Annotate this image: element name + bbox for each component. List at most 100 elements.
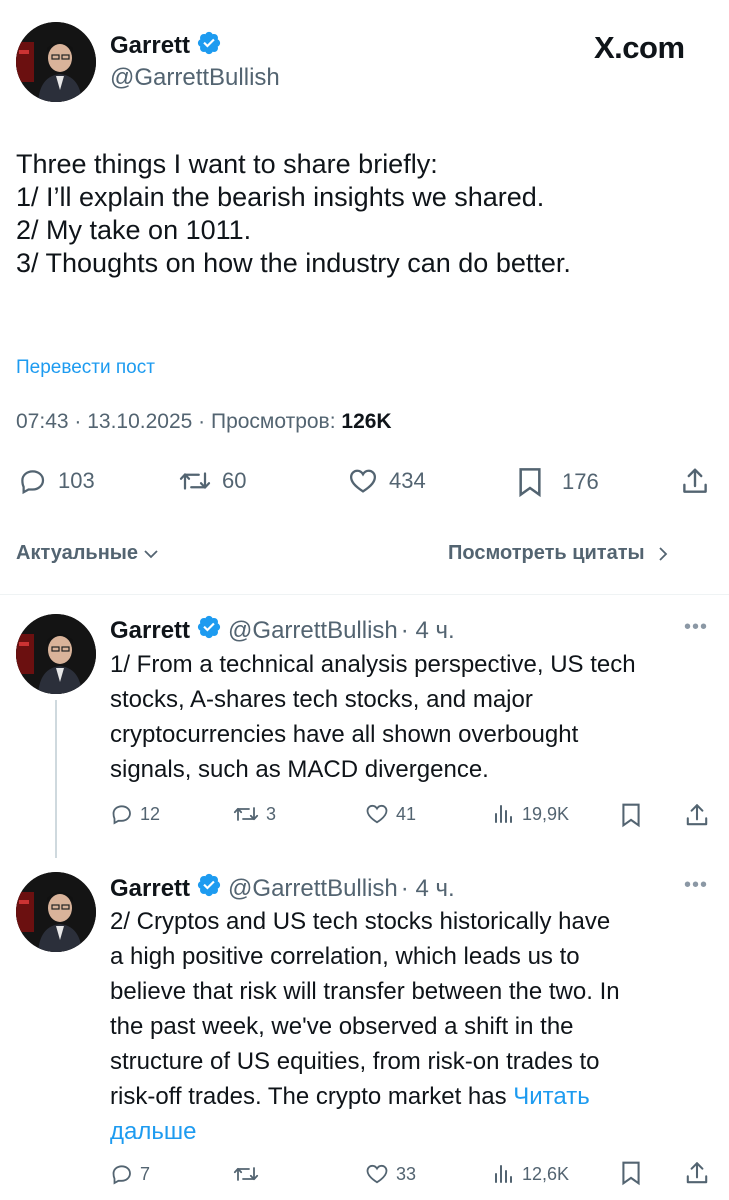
like-button[interactable]: 434 — [347, 466, 426, 496]
repost-icon — [233, 807, 259, 821]
reply-line: signals, such as MACD divergence. — [110, 756, 489, 783]
like-count: 33 — [396, 1163, 417, 1184]
views-chart-icon — [495, 1165, 512, 1183]
reply-line: stocks, A-shares tech stocks, and major — [110, 686, 533, 713]
reply-author-handle[interactable]: @GarrettBullish — [228, 875, 398, 903]
more-options-icon[interactable]: ••• — [684, 874, 708, 897]
main-author-name[interactable]: Garrett — [110, 32, 190, 60]
repost-count: 60 — [222, 468, 247, 493]
like-button[interactable]: 41 — [364, 802, 416, 826]
reply-line: the past week, we've observed a shift in… — [110, 1013, 574, 1040]
views-count: 12,6K — [522, 1163, 570, 1184]
bookmark-button[interactable]: 176 — [516, 466, 599, 498]
reply-line: structure of US equities, from risk-on t… — [110, 1048, 600, 1075]
reply-avatar[interactable] — [16, 614, 96, 694]
verified-badge-icon — [196, 872, 222, 905]
site-logo-text: X.com — [594, 30, 685, 65]
main-avatar[interactable] — [16, 22, 96, 102]
bookmark-icon — [622, 1161, 640, 1186]
sort-dropdown[interactable]: Актуальные — [16, 542, 161, 565]
main-author-handle[interactable]: @GarrettBullish — [110, 64, 280, 92]
reply-button[interactable]: 103 — [18, 466, 95, 496]
main-post-line: Three things I want to share briefly: — [16, 149, 438, 179]
reply-time[interactable]: · 4 ч. — [401, 617, 455, 645]
bookmark-button[interactable] — [620, 1160, 642, 1186]
post-timestamp[interactable]: 07:43 · 13.10.2025 · Просмотров: — [16, 410, 341, 433]
reply-author-handle[interactable]: @GarrettBullish — [228, 617, 398, 645]
share-button[interactable] — [684, 802, 710, 828]
reply-icon — [112, 805, 131, 825]
thread-line — [55, 700, 57, 858]
repost-button[interactable]: 3 — [232, 802, 276, 826]
post-views-count: 126K — [341, 410, 392, 433]
chevron-down-icon — [144, 549, 158, 558]
reply-line: a high positive correlation, which leads… — [110, 943, 580, 970]
heart-icon — [366, 804, 388, 824]
share-icon — [683, 468, 707, 493]
views-count: 19,9K — [522, 803, 570, 824]
reply-last-line: risk-off trades. The crypto market has Ч… — [110, 1079, 725, 1114]
reply-avatar[interactable] — [16, 872, 96, 952]
bookmark-icon — [519, 468, 541, 498]
view-quotes-link[interactable]: Посмотреть цитаты — [448, 542, 673, 565]
views-button[interactable]: 12,6K — [492, 1162, 569, 1186]
reply-count: 103 — [58, 468, 95, 493]
repost-button[interactable]: 60 — [178, 466, 246, 496]
more-options-icon[interactable]: ••• — [684, 616, 708, 639]
divider — [0, 594, 729, 595]
reply-line: risk-off trades. The crypto market has — [110, 1083, 514, 1110]
views-chart-icon — [495, 805, 512, 823]
repost-icon — [233, 1167, 259, 1181]
main-post-text: Three things I want to share briefly: 1/… — [16, 148, 716, 280]
verified-badge-icon — [196, 30, 222, 61]
reply-icon — [112, 1165, 131, 1185]
avatar-photo — [16, 614, 96, 694]
reply-time[interactable]: · 4 ч. — [401, 875, 455, 903]
reply-icon — [21, 470, 45, 495]
read-more-link[interactable]: Читать — [513, 1083, 589, 1110]
reply-button[interactable]: 7 — [110, 1162, 150, 1186]
reply-header: Garrett @GarrettBullish · 4 ч. — [110, 872, 455, 905]
heart-icon — [349, 469, 377, 493]
main-post-line: 2/ My take on 1011. — [16, 215, 252, 245]
reply-line: 2/ Cryptos and US tech stocks historical… — [110, 908, 611, 935]
chevron-right-icon — [658, 546, 667, 561]
main-post-line: 1/ I’ll explain the bearish insights we … — [16, 182, 545, 212]
bookmark-count: 176 — [562, 469, 599, 494]
reply-author-name[interactable]: Garrett — [110, 617, 190, 645]
repost-button[interactable] — [232, 1162, 266, 1186]
like-count: 434 — [389, 468, 426, 493]
avatar-photo — [16, 22, 96, 102]
reply-line: cryptocurrencies have all shown overboug… — [110, 721, 579, 748]
reply-line: believe that risk will transfer between … — [110, 978, 620, 1005]
bookmark-icon — [622, 803, 640, 828]
main-post-line: 3/ Thoughts on how the industry can do b… — [16, 248, 571, 278]
repost-icon — [179, 472, 211, 490]
read-more-link-continued[interactable]: дальше — [110, 1114, 725, 1149]
share-icon — [686, 1162, 708, 1184]
bookmark-button[interactable] — [620, 802, 642, 828]
share-button[interactable] — [680, 466, 710, 496]
repost-count: 3 — [266, 803, 277, 824]
reply-button[interactable]: 12 — [110, 802, 160, 826]
heart-icon — [366, 1164, 388, 1184]
share-button[interactable] — [684, 1160, 710, 1186]
post-metadata: 07:43 · 13.10.2025 · Просмотров: 126K — [16, 410, 392, 434]
sort-label: Актуальные — [16, 542, 139, 564]
views-button[interactable]: 19,9K — [492, 802, 569, 826]
verified-badge-icon — [196, 614, 222, 647]
reply-text: 1/ From a technical analysis perspective… — [110, 647, 720, 787]
like-count: 41 — [396, 803, 417, 824]
reply-count: 12 — [140, 803, 161, 824]
reply-line: 1/ From a technical analysis perspective… — [110, 651, 636, 678]
share-icon — [686, 804, 708, 826]
view-quotes-label: Посмотреть цитаты — [448, 542, 645, 564]
main-author-row: Garrett — [110, 30, 222, 61]
x-logo: X.com — [594, 30, 685, 66]
reply-author-name[interactable]: Garrett — [110, 875, 190, 903]
translate-post-link[interactable]: Перевести пост — [16, 357, 155, 379]
avatar-photo — [16, 872, 96, 952]
reply-header: Garrett @GarrettBullish · 4 ч. — [110, 614, 455, 647]
like-button[interactable]: 33 — [364, 1162, 416, 1186]
reply-count: 7 — [140, 1163, 151, 1184]
